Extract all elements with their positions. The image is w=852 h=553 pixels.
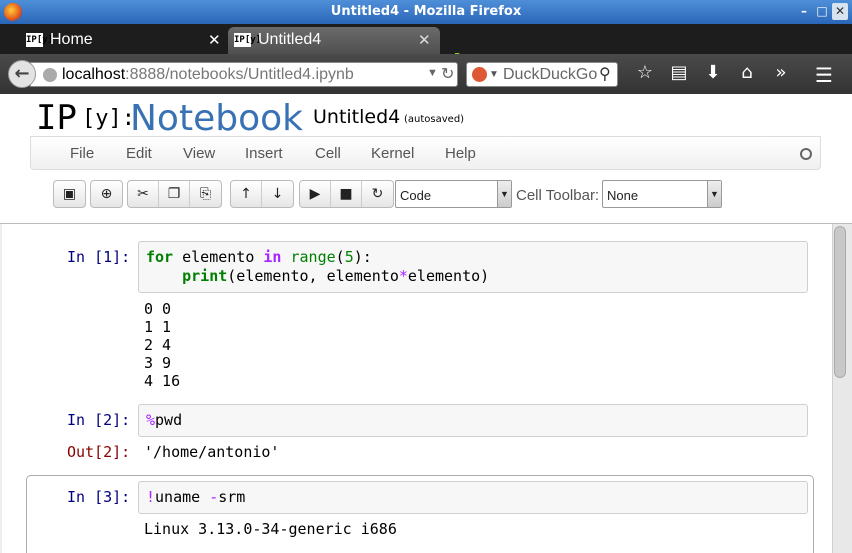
cell-type-value: Code [400, 188, 432, 203]
tab-home[interactable]: IP[y] Home ✕ [20, 27, 226, 54]
maximize-button[interactable]: □ [814, 3, 830, 20]
save-icon[interactable]: ▣ [54, 181, 85, 207]
notebook-page: In [1]: for elemento in range(5): print(… [2, 224, 832, 553]
cell-toolbar-label: Cell Toolbar: [516, 187, 600, 204]
history-dropdown-icon[interactable]: ▼ [427, 67, 438, 79]
reading-list-icon[interactable]: ▤ [662, 62, 696, 83]
close-tab-icon[interactable]: ✕ [208, 31, 221, 49]
window-controls: – □ ✕ [796, 3, 848, 20]
logo-y: [y]: [82, 106, 135, 131]
dropdown-arrow-icon: ▼ [707, 181, 721, 207]
cell-output: Linux 3.13.0-34-generic i686 [144, 520, 397, 538]
copy-icon[interactable]: ❐ [159, 181, 190, 207]
code-text: %pwd [146, 411, 183, 429]
output-line: 2 4 [144, 336, 172, 354]
menu-edit[interactable]: Edit [126, 145, 152, 162]
reload-icon[interactable]: ↻ [441, 64, 454, 84]
search-icon[interactable]: ⚲ [599, 64, 611, 84]
code-text: !uname -srm [146, 488, 246, 506]
save-group: ▣ [53, 180, 86, 208]
output-line: 4 16 [144, 372, 181, 390]
window-title: Untitled4 - Mozilla Firefox [330, 4, 522, 19]
output-prompt: Out[2]: [67, 443, 131, 461]
tab-label: Untitled4 [258, 31, 322, 48]
home-icon[interactable]: ⌂ [730, 62, 764, 83]
input-prompt: In [3]: [67, 488, 131, 506]
duckduckgo-icon[interactable] [472, 67, 487, 82]
menu-view[interactable]: View [183, 145, 215, 162]
search-input[interactable]: DuckDuckGo [503, 66, 597, 84]
downloads-icon[interactable]: ⬇ [696, 62, 730, 83]
output-line: 3 9 [144, 354, 172, 372]
move-group: ↑ ↓ [230, 180, 294, 208]
menu-insert[interactable]: Insert [245, 145, 283, 162]
notebook-container: In [1]: for elemento in range(5): print(… [0, 224, 852, 553]
tab-bar: IP[y] Home ✕ IP[y] Untitled4 ✕ ✚ [0, 24, 852, 74]
paste-icon[interactable]: ⎘ [190, 181, 221, 207]
menu-cell[interactable]: Cell [315, 145, 341, 162]
restart-icon[interactable]: ↻ [362, 181, 393, 207]
logo-ip: IP [36, 98, 77, 138]
overflow-chevron-icon[interactable]: » [764, 62, 798, 83]
kernel-status-icon [800, 148, 812, 160]
tab-untitled4[interactable]: IP[y] Untitled4 ✕ [228, 27, 440, 54]
cell-output: '/home/antonio' [144, 443, 280, 461]
code-cell-input[interactable]: !uname -srm [138, 481, 808, 514]
cell-output: 0 01 12 43 94 16 [144, 300, 180, 390]
search-engine-dropdown-icon[interactable]: ▼ [489, 69, 499, 80]
bookmark-star-icon[interactable]: ☆ [628, 62, 662, 83]
menu-help[interactable]: Help [445, 145, 476, 162]
notebook-menubar: File Edit View Insert Cell Kernel Help [30, 136, 821, 170]
navigation-bar: localhost:8888/notebooks/Untitled4.ipynb… [0, 54, 852, 94]
minimize-button[interactable]: – [796, 3, 812, 20]
move-down-icon[interactable]: ↓ [262, 181, 293, 207]
code-cell-input[interactable]: %pwd [138, 404, 808, 437]
cell-toolbar-value: None [607, 188, 639, 203]
scrollbar-thumb[interactable] [834, 226, 846, 378]
back-button[interactable]: ← [8, 60, 36, 88]
url-text: localhost:8888/notebooks/Untitled4.ipynb [62, 66, 354, 83]
input-prompt: In [1]: [67, 248, 131, 266]
output-line: 0 0 [144, 300, 172, 318]
run-icon[interactable]: ▶ [300, 181, 331, 207]
autosave-status: (autosaved) [404, 114, 465, 125]
interrupt-icon[interactable]: ■ [331, 181, 362, 207]
window-titlebar: Untitled4 - Mozilla Firefox – □ ✕ [0, 0, 852, 24]
cell-type-select[interactable]: Code ▼ [395, 180, 512, 208]
code-cell-input[interactable]: for elemento in range(5): print(elemento… [138, 241, 808, 293]
menu-file[interactable]: File [70, 145, 94, 162]
output-line: 1 1 [144, 318, 172, 336]
hamburger-menu-icon[interactable]: ☰ [815, 63, 833, 87]
notebook-toolbar: ▣ ⊕ ✂ ❐ ⎘ ↑ ↓ ▶ ■ ↻ Code ▼ Cell Toolbar:… [0, 176, 852, 212]
search-bar[interactable]: ▼ DuckDuckGo ⚲ [466, 62, 618, 87]
code-text: for elemento in range(5): print(elemento… [146, 248, 490, 285]
clipboard-group: ✂ ❐ ⎘ [127, 180, 222, 208]
insert-group: ⊕ [90, 180, 123, 208]
cell-toolbar-select[interactable]: None ▼ [602, 180, 722, 208]
globe-icon [43, 68, 57, 82]
logo-notebook: Notebook [130, 98, 303, 139]
dropdown-arrow-icon: ▼ [497, 181, 511, 207]
run-group: ▶ ■ ↻ [299, 180, 394, 208]
address-bar[interactable]: localhost:8888/notebooks/Untitled4.ipynb… [30, 62, 458, 87]
menu-kernel[interactable]: Kernel [371, 145, 414, 162]
insert-cell-icon[interactable]: ⊕ [91, 181, 122, 207]
cut-icon[interactable]: ✂ [128, 181, 159, 207]
move-up-icon[interactable]: ↑ [231, 181, 262, 207]
input-prompt: In [2]: [67, 411, 131, 429]
notebook-name[interactable]: Untitled4 [313, 106, 400, 128]
ipython-header: IP [y]: Notebook Untitled4 (autosaved) F… [0, 94, 852, 224]
ipython-favicon-icon: IP[y] [234, 33, 262, 47]
close-window-button[interactable]: ✕ [832, 3, 848, 20]
ipython-favicon-icon: IP[y] [26, 33, 54, 47]
close-tab-icon[interactable]: ✕ [418, 31, 431, 49]
tab-label: Home [50, 31, 93, 48]
nav-toolbar: ☆ ▤ ⬇ ⌂ » [628, 62, 798, 83]
